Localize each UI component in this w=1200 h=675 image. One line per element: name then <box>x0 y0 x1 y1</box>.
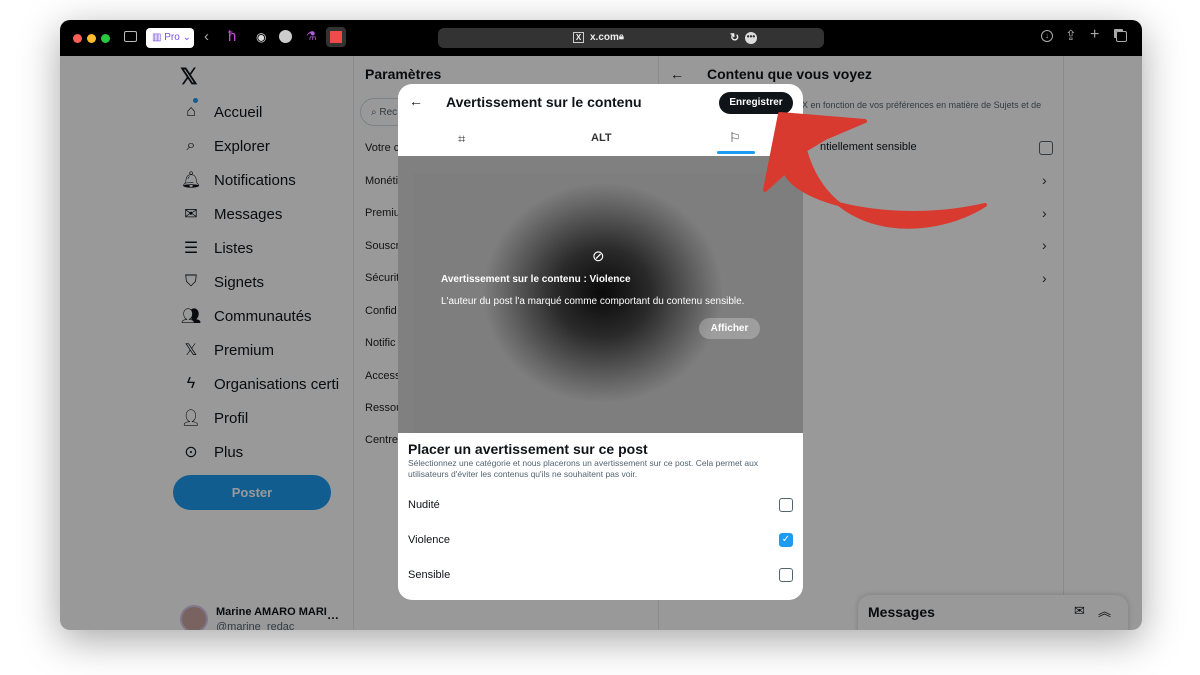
annotation-arrow-icon <box>763 112 987 229</box>
red-arrow <box>763 112 987 229</box>
